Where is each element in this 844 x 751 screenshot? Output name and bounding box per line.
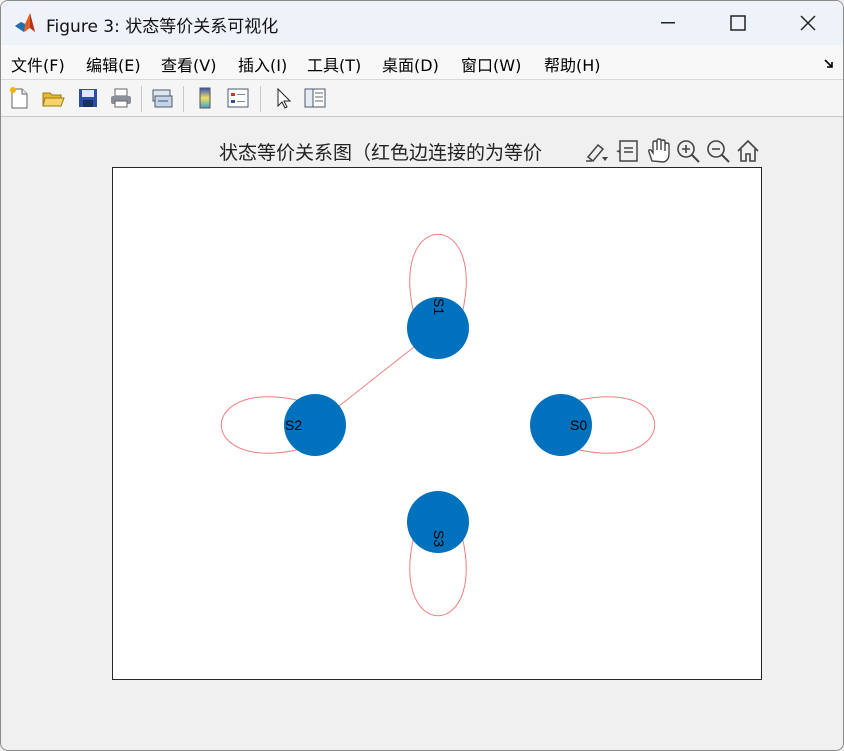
menu-view[interactable]: 查看(V) [161,52,216,76]
menu-edit[interactable]: 编辑(E) [86,52,141,76]
toolbar-separator [141,86,142,112]
menu-file[interactable]: 文件(F) [11,52,65,76]
node-label-s1: S1 [431,298,447,315]
brush-icon[interactable] [583,137,611,165]
property-inspector-icon[interactable] [301,84,329,112]
save-icon[interactable] [74,84,102,112]
plot-area[interactable]: S0 S1 S2 S3 [112,167,762,680]
window-title: Figure 3: 状态等价关系可视化 [46,17,279,37]
axes-title: 状态等价关系图（红色边连接的为等价 [219,142,543,164]
home-icon[interactable] [734,137,762,165]
menu-insert[interactable]: 插入(I) [238,52,287,76]
node-label-s0: S0 [570,417,587,433]
dock-arrow-icon[interactable] [823,58,835,73]
maximize-button[interactable] [703,1,773,45]
open-file-icon[interactable] [39,84,67,112]
pan-hand-icon[interactable] [644,137,672,165]
toolbar-separator [260,86,261,112]
menu-help[interactable]: 帮助(H) [544,52,601,76]
node-label-s2: S2 [285,417,302,433]
figure-toolbar [1,80,843,117]
menu-bar: 文件(F) 编辑(E) 查看(V) 插入(I) 工具(T) 桌面(D) 窗口(W… [1,45,843,80]
menu-window[interactable]: 窗口(W) [461,52,521,76]
legend-icon[interactable] [224,84,252,112]
link-plot-icon[interactable] [148,84,176,112]
title-bar[interactable]: Figure 3: 状态等价关系可视化 [1,1,843,45]
node-label-s3: S3 [431,530,447,547]
new-figure-icon[interactable] [5,84,33,112]
matlab-logo-icon [13,12,37,34]
toolbar-separator [183,86,184,112]
edit-plot-arrow-icon[interactable] [269,84,297,112]
minimize-button[interactable] [633,1,703,45]
menu-tools[interactable]: 工具(T) [307,52,361,76]
print-icon[interactable] [107,84,135,112]
data-tips-icon[interactable] [614,137,642,165]
menu-desktop[interactable]: 桌面(D) [382,52,439,76]
zoom-out-icon[interactable] [704,137,732,165]
close-button[interactable] [773,1,843,45]
zoom-in-icon[interactable] [674,137,702,165]
colorbar-icon[interactable] [191,84,219,112]
graph-plot: S0 S1 S2 S3 [220,233,656,617]
figure-window: Figure 3: 状态等价关系可视化 文件(F) 编辑(E) 查看(V) 插入… [0,0,844,751]
